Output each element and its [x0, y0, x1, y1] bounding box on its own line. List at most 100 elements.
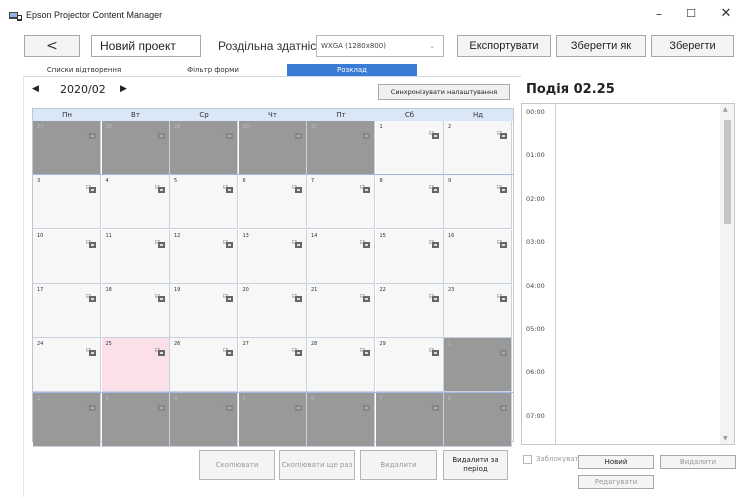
schedule-copy-icon[interactable] [222, 124, 233, 139]
schedule-copy-icon[interactable] [291, 341, 302, 357]
new-event-button[interactable]: Новий [578, 455, 654, 469]
calendar-day[interactable]: 14 [307, 229, 375, 284]
calendar-day[interactable]: 2 [33, 392, 101, 447]
calendar-day[interactable]: 18 [101, 283, 170, 338]
schedule-copy-icon[interactable] [428, 233, 439, 248]
calendar-day[interactable]: 28 [307, 338, 375, 393]
back-button[interactable]: < [24, 35, 80, 57]
calendar-day[interactable]: 6 [238, 175, 307, 230]
schedule-copy-icon[interactable] [496, 287, 507, 302]
calendar-day[interactable]: 7 [375, 392, 444, 447]
schedule-copy-icon[interactable] [85, 233, 96, 248]
calendar-day[interactable]: 7 [307, 175, 375, 230]
sync-settings-button[interactable]: Синхронізувати налаштування [378, 84, 510, 100]
schedule-copy-icon[interactable] [291, 124, 302, 139]
edit-event-button[interactable]: Редагувати [578, 475, 654, 489]
schedule-copy-icon[interactable] [291, 233, 302, 248]
calendar-day[interactable]: 12 [170, 229, 238, 284]
schedule-copy-icon[interactable] [428, 178, 439, 194]
schedule-copy-icon[interactable] [222, 341, 233, 357]
calendar-day[interactable]: 8 [375, 175, 444, 230]
calendar-day[interactable]: 5 [170, 175, 238, 230]
next-month-icon[interactable]: ▶ [120, 84, 127, 94]
schedule-copy-icon[interactable] [85, 178, 96, 194]
calendar-day[interactable]: 20 [238, 283, 307, 338]
schedule-copy-icon[interactable] [496, 396, 507, 411]
schedule-copy-icon[interactable] [222, 178, 233, 194]
schedule-copy-icon[interactable] [85, 396, 96, 411]
copy-button[interactable]: Скопіювати [199, 450, 275, 480]
calendar-day[interactable]: 29 [375, 338, 444, 393]
schedule-copy-icon[interactable] [291, 178, 302, 194]
minimize-button[interactable]: – [643, 3, 675, 25]
delete-button[interactable]: Видалити [360, 450, 437, 480]
calendar-day[interactable]: 11 [101, 229, 170, 284]
calendar-day[interactable]: 22 [375, 283, 444, 338]
maximize-button[interactable]: ☐ [675, 3, 707, 25]
schedule-copy-icon[interactable] [291, 396, 302, 411]
schedule-copy-icon[interactable] [85, 341, 96, 357]
schedule-copy-icon[interactable] [428, 396, 439, 411]
schedule-copy-icon[interactable] [496, 124, 507, 139]
schedule-copy-icon[interactable] [359, 396, 370, 411]
calendar-day[interactable]: 10 [33, 229, 101, 284]
calendar-day[interactable]: 21 [307, 283, 375, 338]
copy-again-button[interactable]: Скопіювати ще раз [279, 450, 355, 480]
calendar-day[interactable]: 31 [307, 121, 375, 175]
schedule-copy-icon[interactable] [154, 233, 165, 248]
schedule-copy-icon[interactable] [154, 178, 165, 194]
calendar-day[interactable]: 1 [444, 338, 512, 393]
calendar-day[interactable]: 29 [170, 121, 238, 175]
calendar-day[interactable]: 2 [444, 121, 512, 175]
calendar-day[interactable]: 9 [444, 175, 512, 230]
calendar-day[interactable]: 15 [375, 229, 444, 284]
schedule-copy-icon[interactable] [85, 124, 96, 139]
calendar-day[interactable]: 23 [444, 283, 512, 338]
schedule-copy-icon[interactable] [222, 396, 233, 411]
calendar-day[interactable]: 8 [444, 392, 512, 447]
calendar-day[interactable]: 28 [101, 121, 170, 175]
close-button[interactable]: ✕ [710, 3, 737, 25]
calendar-day[interactable]: 6 [307, 392, 375, 447]
export-button[interactable]: Експортувати [457, 35, 551, 57]
schedule-copy-icon[interactable] [154, 287, 165, 302]
lock-checkbox[interactable] [523, 455, 532, 464]
calendar-day[interactable]: 16 [444, 229, 512, 284]
calendar-day[interactable]: 4 [101, 175, 170, 230]
scroll-down-icon[interactable]: ▼ [723, 435, 728, 442]
schedule-copy-icon[interactable] [359, 233, 370, 248]
schedule-copy-icon[interactable] [496, 178, 507, 194]
calendar-day[interactable]: 17 [33, 283, 101, 338]
schedule-copy-icon[interactable] [496, 233, 507, 248]
schedule-copy-icon[interactable] [222, 233, 233, 248]
save-as-button[interactable]: Зберегти як [556, 35, 646, 57]
scroll-thumb[interactable] [724, 120, 731, 224]
schedule-copy-icon[interactable] [154, 124, 165, 139]
resolution-select[interactable]: WXGA (1280x800) ⌄ [316, 35, 444, 57]
calendar-day[interactable]: 3 [33, 175, 101, 230]
calendar-day[interactable]: 19 [170, 283, 238, 338]
calendar-day[interactable]: 26 [170, 338, 238, 393]
schedule-copy-icon[interactable] [154, 341, 165, 357]
calendar-day-selected[interactable]: 25 [101, 338, 170, 393]
project-name-field[interactable]: Новий проект [91, 35, 201, 57]
schedule-copy-icon[interactable] [222, 287, 233, 302]
schedule-copy-icon[interactable] [291, 287, 302, 302]
schedule-copy-icon[interactable] [359, 124, 370, 139]
event-timeline[interactable]: ▲ ▼ 00:00 01:00 02:00 03:00 04:00 05:00 06:00 0… [521, 103, 735, 445]
delete-period-button[interactable]: Видалити за період [443, 450, 508, 480]
calendar-day[interactable]: 5 [238, 392, 307, 447]
calendar-day[interactable]: 27 [33, 121, 101, 175]
save-button[interactable]: Зберегти [651, 35, 734, 57]
calendar-day[interactable]: 3 [101, 392, 170, 447]
calendar-day[interactable]: 24 [33, 338, 101, 393]
schedule-copy-icon[interactable] [359, 178, 370, 194]
timeline-scrollbar[interactable]: ▲ ▼ [720, 104, 734, 444]
scroll-up-icon[interactable]: ▲ [723, 106, 728, 113]
schedule-copy-icon[interactable] [496, 341, 507, 357]
calendar-day[interactable]: 4 [170, 392, 238, 447]
schedule-copy-icon[interactable] [428, 124, 439, 139]
schedule-copy-icon[interactable] [428, 287, 439, 302]
schedule-copy-icon[interactable] [359, 341, 370, 357]
prev-month-icon[interactable]: ◀ [32, 84, 39, 94]
